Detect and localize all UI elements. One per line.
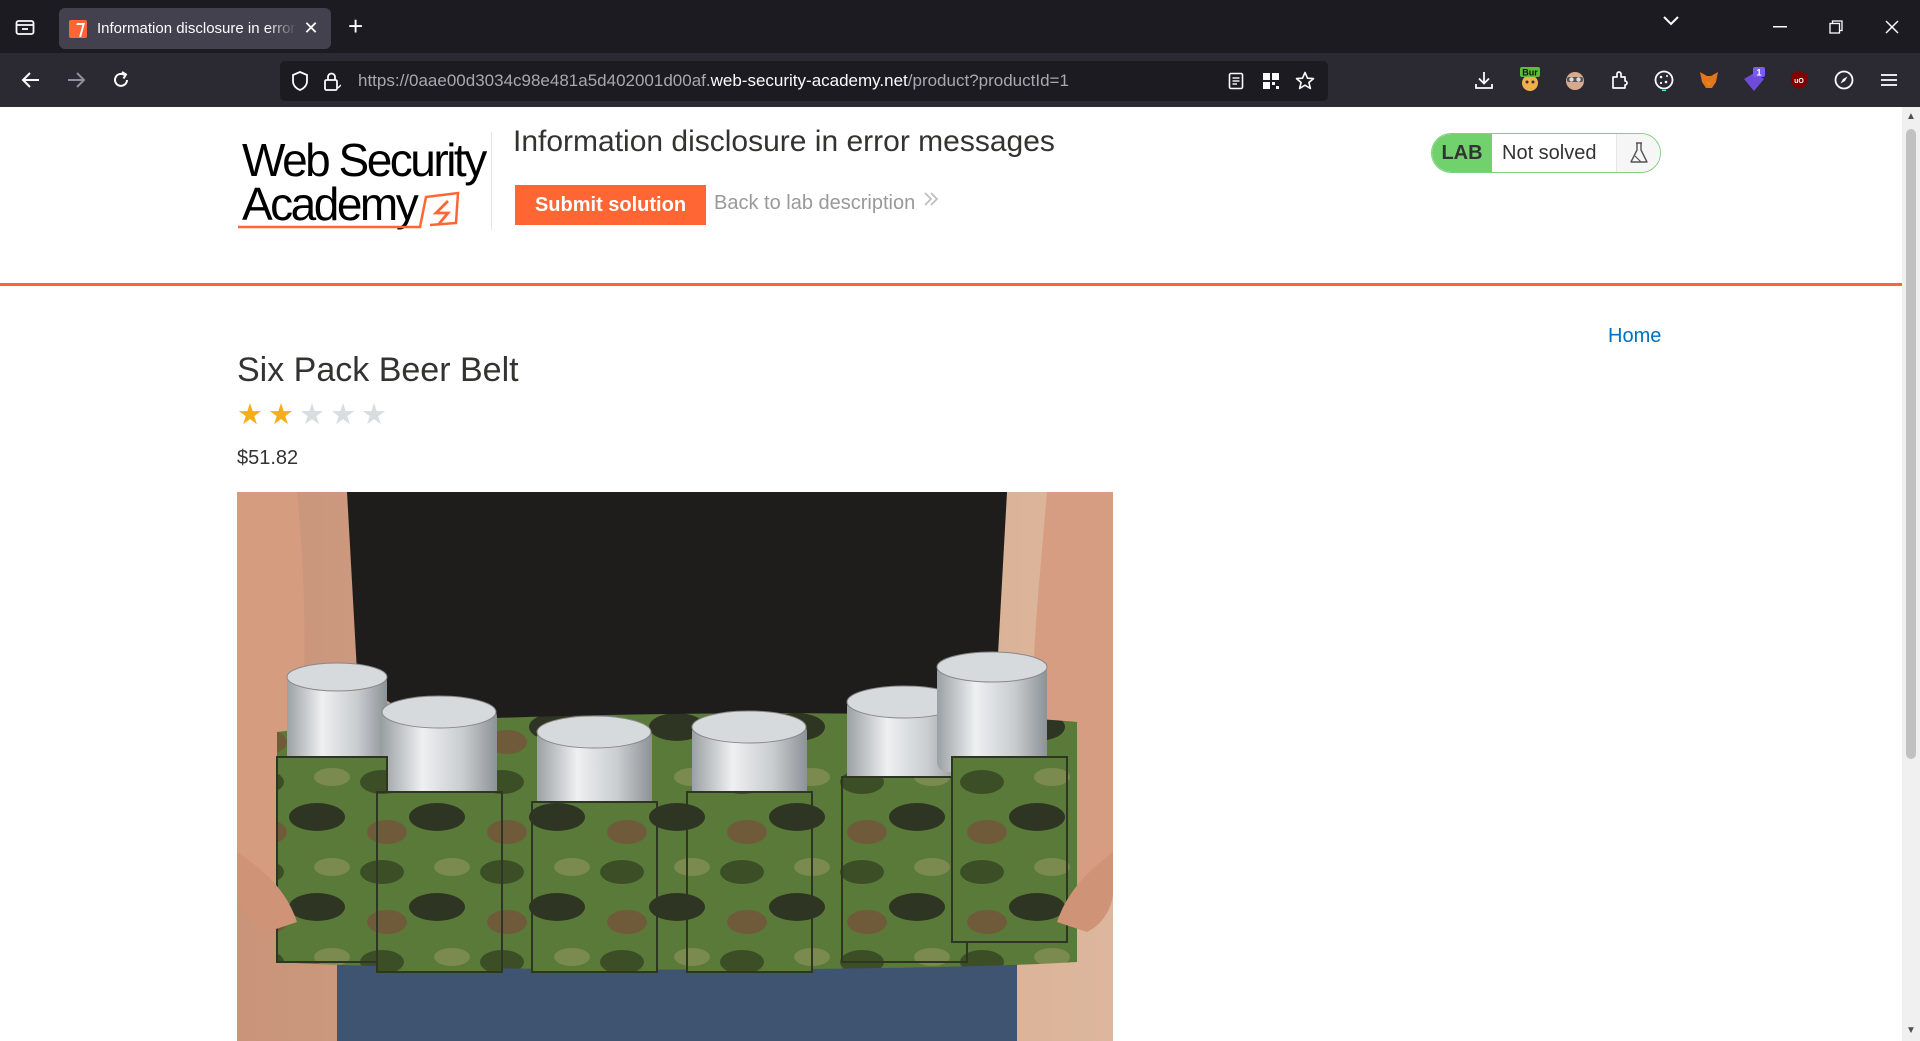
back-to-lab-description-link[interactable]: Back to lab description: [714, 192, 915, 215]
restore-icon[interactable]: [1808, 0, 1864, 53]
chevron-down-icon[interactable]: [1662, 14, 1680, 32]
web-security-academy-logo[interactable]: Web Security Academy: [238, 129, 490, 230]
lab-status-text: Not solved: [1492, 134, 1616, 172]
ublock-origin-icon[interactable]: uO: [1786, 67, 1812, 93]
flask-icon: [1616, 134, 1660, 172]
lab-title: Information disclosure in error messages: [513, 125, 1055, 158]
star-filled-icon: ★: [237, 399, 263, 431]
new-tab-plus-icon[interactable]: +: [348, 12, 363, 40]
navigation-toolbar: https://0aae00d3034c98e481a5d402001d00af…: [0, 53, 1920, 107]
url-prefix: https://0aae00d3034c98e481a5d402001d00af…: [358, 71, 711, 90]
extensions-puzzle-icon[interactable]: [1607, 67, 1633, 93]
back-arrow-icon[interactable]: [16, 65, 46, 95]
reader-view-icon[interactable]: [1226, 71, 1246, 91]
vertical-scrollbar[interactable]: ▲ ▼: [1902, 107, 1920, 1041]
double-chevron-right-icon[interactable]: [922, 189, 940, 215]
lab-status-widget: LAB Not solved: [1431, 133, 1661, 173]
spy-extension-icon[interactable]: [1562, 67, 1588, 93]
bookmark-star-icon[interactable]: [1295, 71, 1315, 91]
notification-badge-text: 1: [1756, 68, 1761, 78]
close-tab-icon[interactable]: ✕: [301, 18, 321, 39]
url-bar[interactable]: https://0aae00d3034c98e481a5d402001d00af…: [280, 61, 1328, 101]
star-empty-icon: ★: [361, 399, 387, 431]
cookie-extension-icon[interactable]: [1651, 67, 1677, 93]
list-all-tabs-icon[interactable]: [12, 14, 38, 40]
scrollbar-thumb[interactable]: [1906, 129, 1916, 759]
product-price: $51.82: [237, 447, 299, 469]
ublock-badge-text: uO: [1794, 78, 1804, 85]
reload-icon[interactable]: [106, 65, 136, 95]
forward-arrow-icon[interactable]: [61, 65, 91, 95]
product-name: Six Pack Beer Belt: [237, 351, 519, 389]
minimize-icon[interactable]: [1752, 0, 1808, 53]
star-empty-icon: ★: [299, 399, 325, 431]
lab-label: LAB: [1432, 134, 1492, 172]
lock-icon[interactable]: [322, 71, 342, 91]
url-text[interactable]: https://0aae00d3034c98e481a5d402001d00af…: [358, 71, 1069, 91]
star-filled-icon: ★: [268, 399, 294, 431]
compass-extension-icon[interactable]: [1831, 67, 1857, 93]
tab-title: Information disclosure in error messages: [97, 20, 297, 37]
logo-divider: [491, 132, 492, 230]
tab-bar: Information disclosure in error messages…: [0, 0, 1920, 53]
beer-belt-photo: [237, 492, 1113, 1041]
qr-code-icon[interactable]: [1261, 71, 1281, 91]
scroll-up-arrow-icon[interactable]: ▲: [1905, 111, 1917, 123]
close-window-icon[interactable]: [1864, 0, 1920, 53]
submit-solution-button[interactable]: Submit solution: [515, 185, 706, 225]
lab-header: Web Security Academy Information disclos…: [0, 107, 1902, 286]
burp-badge-text: Bur: [1522, 68, 1538, 78]
logo-bolt-icon: [238, 191, 460, 229]
downloads-icon[interactable]: [1471, 67, 1497, 93]
hamburger-menu-icon[interactable]: [1876, 67, 1902, 93]
product-rating: ★ ★ ★ ★ ★: [237, 399, 387, 431]
scroll-down-arrow-icon[interactable]: ▼: [1905, 1025, 1917, 1037]
metamask-fox-icon[interactable]: [1696, 67, 1722, 93]
star-empty-icon: ★: [330, 399, 356, 431]
home-link[interactable]: Home: [1608, 325, 1661, 348]
product-image: [237, 492, 1113, 1041]
web-security-academy-favicon-icon: [69, 19, 87, 38]
tracking-protection-shield-icon[interactable]: [290, 71, 310, 91]
burp-extension-icon[interactable]: Bur: [1517, 67, 1543, 93]
url-host: web-security-academy.net: [710, 71, 908, 90]
page-content: Web Security Academy Information disclos…: [0, 107, 1902, 1041]
url-path: /product?productId=1: [907, 71, 1069, 90]
active-tab[interactable]: Information disclosure in error messages…: [59, 8, 331, 49]
purple-extension-icon[interactable]: 1: [1741, 67, 1767, 93]
